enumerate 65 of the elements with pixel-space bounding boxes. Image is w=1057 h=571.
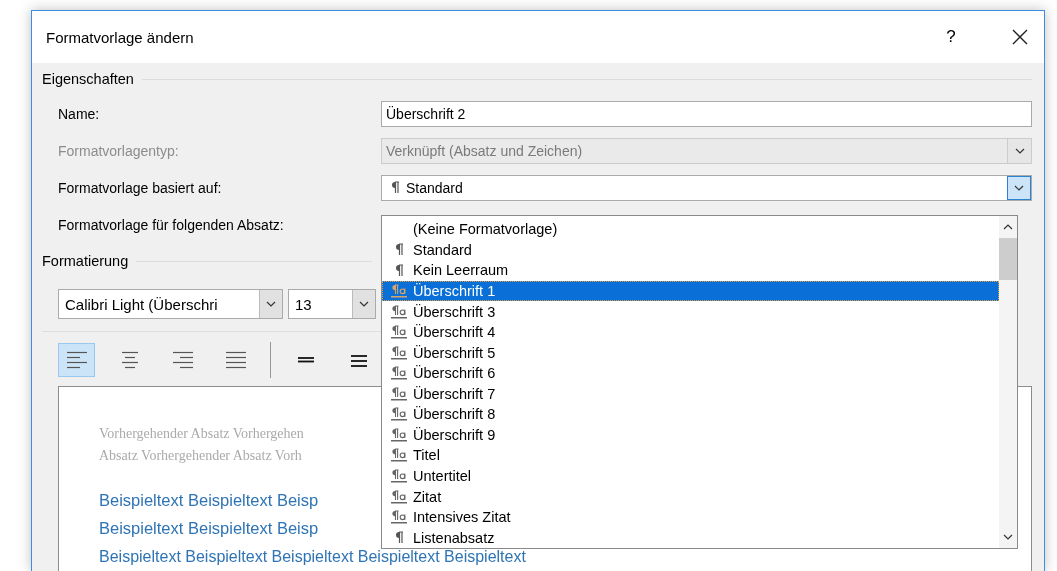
paragraph-icon bbox=[390, 181, 400, 194]
linked-style-icon bbox=[391, 283, 407, 298]
style-list-item[interactable]: Überschrift 4 bbox=[382, 321, 999, 343]
paragraph-icon bbox=[394, 531, 404, 545]
align-right-icon bbox=[172, 351, 193, 369]
style-list-item[interactable]: Zitat bbox=[382, 486, 999, 507]
linked-style-icon bbox=[391, 386, 407, 401]
field-label: Formatvorlage basiert auf: bbox=[58, 179, 223, 196]
style-list-item[interactable]: Listenabsatz bbox=[382, 527, 999, 548]
field-label: Formatvorlage für folgenden Absatz: bbox=[58, 216, 285, 233]
font-dropdown[interactable]: Calibri Light (Überschri bbox=[58, 289, 283, 319]
style-list-item[interactable]: Überschrift 8 bbox=[382, 404, 999, 425]
name-field[interactable]: Überschrift 2 bbox=[381, 100, 1032, 127]
align-left-button[interactable] bbox=[58, 343, 95, 377]
linked-style-icon bbox=[391, 448, 407, 463]
line-spacing-icon bbox=[350, 352, 367, 368]
style-list-item[interactable]: Überschrift 1 bbox=[382, 280, 999, 302]
chevron-down-icon bbox=[1014, 183, 1024, 192]
linked-style-icon bbox=[391, 510, 407, 525]
field-label: Formatvorlagentyp: bbox=[58, 142, 180, 159]
style-list-item[interactable]: Überschrift 3 bbox=[382, 301, 999, 322]
style-list-item[interactable]: Überschrift 6 bbox=[382, 362, 999, 384]
linked-style-icon bbox=[391, 366, 407, 381]
style-list-item[interactable]: Standard bbox=[382, 239, 999, 261]
group-heading: Formatierung bbox=[42, 253, 129, 269]
paragraph-icon bbox=[394, 263, 404, 277]
dropdown-field[interactable]: Standard bbox=[381, 174, 1032, 201]
close-icon bbox=[1012, 29, 1028, 45]
group-heading: Eigenschaften bbox=[42, 71, 134, 87]
style-list-item[interactable]: Intensives Zitat bbox=[382, 506, 999, 528]
align-center-icon bbox=[119, 351, 140, 369]
scroll-up-icon bbox=[1003, 223, 1013, 231]
style-list-item[interactable]: Überschrift 9 bbox=[382, 424, 999, 446]
style-list-item[interactable]: Überschrift 7 bbox=[382, 383, 999, 405]
linked-style-icon bbox=[391, 345, 407, 360]
style-list-item[interactable]: Kein Leerraum bbox=[382, 260, 999, 281]
style-list-item[interactable]: Titel bbox=[382, 445, 999, 466]
window-title: Formatvorlage ändern bbox=[46, 28, 195, 46]
linked-style-icon bbox=[391, 325, 407, 340]
scrollbar-thumb[interactable] bbox=[999, 238, 1017, 280]
align-left-icon bbox=[66, 351, 87, 369]
style-list-item[interactable]: Untertitel bbox=[382, 465, 999, 487]
preview-text: Vorhergehender Absatz Vorhergehen bbox=[99, 425, 304, 443]
linked-style-icon bbox=[391, 427, 407, 442]
paragraph-icon bbox=[394, 243, 404, 257]
help-button[interactable]: ? bbox=[936, 27, 966, 47]
field-label: Name: bbox=[58, 105, 101, 122]
preview-text: Absatz Vorhergehender Absatz Vorh bbox=[99, 447, 302, 465]
style-list-item[interactable]: Überschrift 5 bbox=[382, 342, 999, 363]
chevron-down-icon bbox=[1014, 146, 1025, 155]
linked-style-icon bbox=[391, 304, 407, 319]
sample-text: Beispieltext Beispieltext Beisp bbox=[99, 490, 319, 511]
linked-style-icon bbox=[391, 469, 407, 484]
sample-text: Beispieltext Beispieltext Beispieltext Beispieltext Beispieltext bbox=[99, 548, 526, 566]
scrollbar[interactable] bbox=[999, 216, 1017, 548]
linked-style-icon bbox=[391, 489, 407, 504]
sample-text: Beispieltext Beispieltext Beisp bbox=[99, 518, 319, 539]
linked-style-icon bbox=[391, 407, 407, 422]
dropdown-button[interactable] bbox=[1007, 175, 1031, 200]
chevron-down-icon bbox=[266, 300, 276, 308]
style-list-item[interactable]: (Keine Formatvorlage) bbox=[382, 219, 999, 240]
font-size-dropdown[interactable]: 13 bbox=[288, 289, 376, 319]
scroll-down-icon bbox=[1003, 533, 1013, 541]
align-justify-icon bbox=[225, 351, 246, 369]
chevron-down-icon bbox=[359, 300, 369, 308]
